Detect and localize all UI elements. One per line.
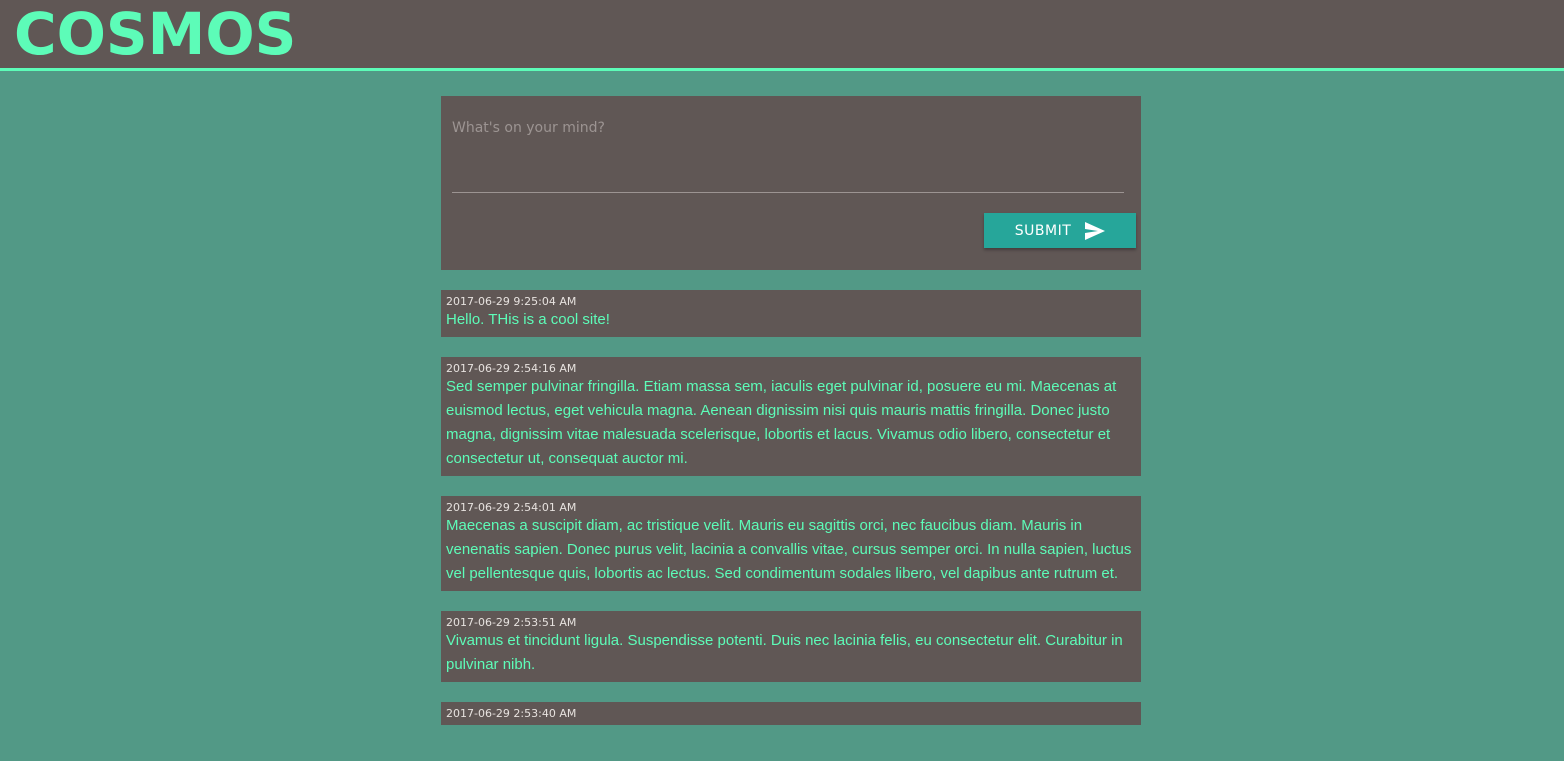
post-card: 2017-06-29 2:53:40 AM	[441, 702, 1141, 725]
post-card: 2017-06-29 2:54:01 AM Maecenas a suscipi…	[441, 496, 1141, 591]
post-timestamp: 2017-06-29 2:53:51 AM	[446, 616, 577, 629]
send-icon	[1085, 221, 1106, 240]
post-text: Sed semper pulvinar fringilla. Etiam mas…	[446, 378, 1117, 467]
post-timestamp: 2017-06-29 2:54:16 AM	[446, 362, 577, 375]
post-card: 2017-06-29 2:53:51 AM Vivamus et tincidu…	[441, 611, 1141, 682]
site-logo[interactable]: COSMOS	[14, 0, 296, 72]
post-card: 2017-06-29 2:54:16 AM Sed semper pulvina…	[441, 357, 1141, 476]
post-text: Maecenas a suscipit diam, ac tristique v…	[446, 517, 1132, 582]
submit-button[interactable]: SUBMIT	[984, 213, 1136, 248]
site-header: COSMOS	[0, 0, 1564, 71]
post-text: Vivamus et tincidunt ligula. Suspendisse…	[446, 632, 1123, 673]
post-card: 2017-06-29 9:25:04 AM Hello. THis is a c…	[441, 290, 1141, 337]
post-composer: SUBMIT	[441, 96, 1141, 270]
post-text: Hello. THis is a cool site!	[446, 311, 610, 328]
post-timestamp: 2017-06-29 2:54:01 AM	[446, 501, 577, 514]
post-input[interactable]	[452, 120, 1124, 193]
submit-label: SUBMIT	[1014, 222, 1072, 239]
post-feed: 2017-06-29 9:25:04 AM Hello. THis is a c…	[441, 290, 1141, 745]
post-timestamp: 2017-06-29 2:53:40 AM	[446, 707, 577, 720]
post-timestamp: 2017-06-29 9:25:04 AM	[446, 295, 577, 308]
